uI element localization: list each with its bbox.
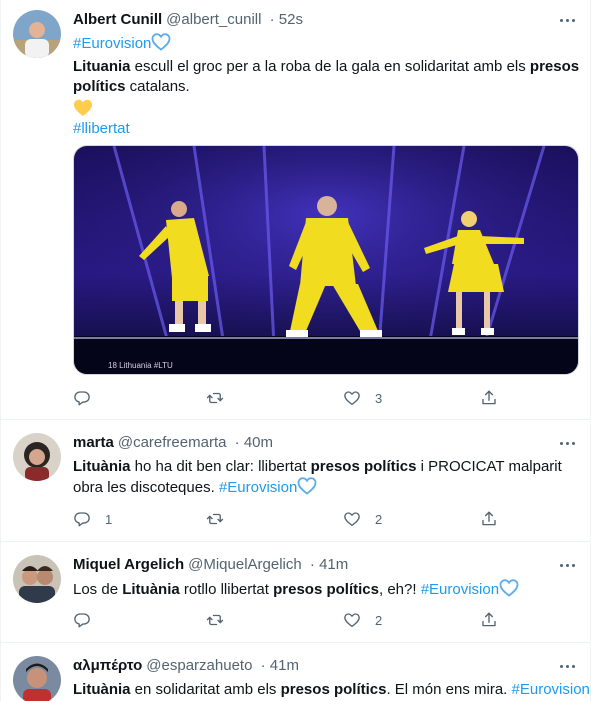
- hashtag-link[interactable]: #llibertat: [73, 120, 130, 137]
- text-segment: Los de: [73, 581, 123, 598]
- avatar[interactable]: [13, 656, 61, 701]
- bold-keyword: Lituania: [73, 58, 131, 75]
- separator-dot: ·: [309, 556, 315, 573]
- tweet-text: #Eurovision Lituania escull el groc per …: [73, 33, 583, 139]
- avatar[interactable]: [13, 433, 61, 481]
- retweet-icon: [206, 392, 224, 404]
- tweet-actions: 1 2: [73, 509, 513, 529]
- like-button[interactable]: 2: [343, 509, 382, 529]
- timestamp[interactable]: 41m: [319, 556, 348, 573]
- bold-keyword: presos polítics: [310, 458, 417, 475]
- display-name[interactable]: αλμπέρτο: [73, 657, 142, 674]
- tweet-header: Miquel Argelich @MiquelArgelich · 41m: [73, 555, 348, 575]
- tweet-actions: 2: [73, 610, 513, 630]
- hashtag-link[interactable]: #Eurovision: [512, 681, 590, 698]
- reply-icon: [74, 391, 90, 406]
- tweet[interactable]: Albert Cunill @albert_cunill · 52s #Eurov…: [1, 0, 590, 420]
- like-button[interactable]: 3: [343, 388, 382, 408]
- hashtag-link[interactable]: #Eurovision: [219, 479, 297, 496]
- timeline: Albert Cunill @albert_cunill · 52s #Eurov…: [0, 0, 591, 701]
- tweet[interactable]: αλμπέρτο @esparzahueto · 41m Lituània en …: [1, 644, 590, 701]
- more-icon[interactable]: [558, 434, 576, 452]
- share-icon: [482, 390, 496, 405]
- text-segment: rotllo llibertat: [179, 581, 274, 598]
- timestamp[interactable]: 52s: [279, 11, 303, 28]
- retweet-icon: [206, 614, 224, 626]
- hashtag-link[interactable]: #Eurovision: [73, 35, 151, 52]
- like-icon: [344, 391, 360, 406]
- bold-keyword: Lituània: [122, 581, 180, 598]
- text-segment: en solidaritat amb els: [130, 681, 281, 698]
- like-count: 2: [375, 511, 383, 527]
- share-button[interactable]: [480, 610, 498, 630]
- timestamp[interactable]: 40m: [244, 434, 273, 451]
- tweet-text: Lituània en solidaritat amb els presos p…: [73, 680, 590, 700]
- share-icon: [482, 511, 496, 526]
- tweet-header: marta @carefreemarta · 40m: [73, 433, 273, 453]
- reply-icon: [74, 512, 90, 527]
- handle[interactable]: @albert_cunill: [166, 11, 261, 28]
- handle[interactable]: @MiquelArgelich: [188, 556, 302, 573]
- text-segment: , eh?!: [378, 581, 421, 598]
- tweet-text: Lituània ho ha dit ben clar: llibertat p…: [73, 457, 583, 501]
- tweet-text: Los de Lituània rotllo llibertat presos …: [73, 579, 583, 603]
- more-icon[interactable]: [558, 11, 576, 29]
- reply-icon: [74, 613, 90, 628]
- like-count: 2: [375, 612, 383, 628]
- like-button[interactable]: 2: [343, 610, 382, 630]
- share-icon: [482, 612, 496, 627]
- retweet-button[interactable]: [206, 509, 224, 529]
- text-segment: escull el groc per a la roba de la gala …: [130, 58, 530, 75]
- more-icon[interactable]: [558, 556, 576, 574]
- like-icon: [344, 512, 360, 527]
- tweet-header: αλμπέρτο @esparzahueto · 41m: [73, 656, 299, 676]
- tweet[interactable]: marta @carefreemarta · 40m Lituània ho ha…: [1, 421, 590, 542]
- tweet[interactable]: Miquel Argelich @MiquelArgelich · 41m Los…: [1, 543, 590, 643]
- avatar[interactable]: [13, 555, 61, 603]
- reply-button[interactable]: [73, 388, 105, 408]
- separator-dot: ·: [269, 11, 275, 28]
- text-segment: ho ha dit ben clar: llibertat: [130, 458, 311, 475]
- avatar[interactable]: [13, 10, 61, 58]
- media-caption: 18 Lithuania #LTU: [108, 361, 173, 370]
- timestamp[interactable]: 41m: [270, 657, 299, 674]
- blue-heart-icon: [297, 477, 317, 501]
- retweet-button[interactable]: [206, 610, 224, 630]
- text-segment: catalans.: [125, 78, 190, 95]
- bold-keyword: presos polítics: [273, 581, 379, 598]
- reply-button[interactable]: 1: [73, 509, 112, 529]
- text-segment: . El món ens mira.: [386, 681, 512, 698]
- handle[interactable]: @esparzahueto: [146, 657, 252, 674]
- reply-count: 1: [105, 511, 113, 527]
- bold-keyword: Lituània: [73, 681, 131, 698]
- like-count: 3: [375, 390, 383, 406]
- retweet-button[interactable]: [206, 388, 224, 408]
- tweet-actions: 3: [73, 388, 513, 408]
- reply-button[interactable]: [73, 610, 105, 630]
- display-name[interactable]: marta: [73, 434, 114, 451]
- blue-heart-icon: [499, 579, 519, 603]
- bold-keyword: Lituània: [73, 458, 131, 475]
- separator-dot: ·: [260, 657, 266, 674]
- retweet-icon: [206, 513, 224, 525]
- separator-dot: ·: [234, 434, 240, 451]
- tweet-header: Albert Cunill @albert_cunill · 52s: [73, 10, 303, 30]
- media-video[interactable]: 18 Lithuania #LTU: [73, 145, 579, 375]
- blue-heart-icon: [151, 33, 171, 57]
- display-name[interactable]: Miquel Argelich: [73, 556, 184, 573]
- share-button[interactable]: [480, 388, 498, 408]
- hashtag-link[interactable]: #Eurovision: [421, 581, 499, 598]
- share-button[interactable]: [480, 509, 498, 529]
- bold-keyword: presos polítics: [280, 681, 387, 698]
- handle[interactable]: @carefreemarta: [118, 434, 227, 451]
- more-icon[interactable]: [558, 657, 576, 675]
- display-name[interactable]: Albert Cunill: [73, 11, 162, 28]
- like-icon: [344, 613, 360, 628]
